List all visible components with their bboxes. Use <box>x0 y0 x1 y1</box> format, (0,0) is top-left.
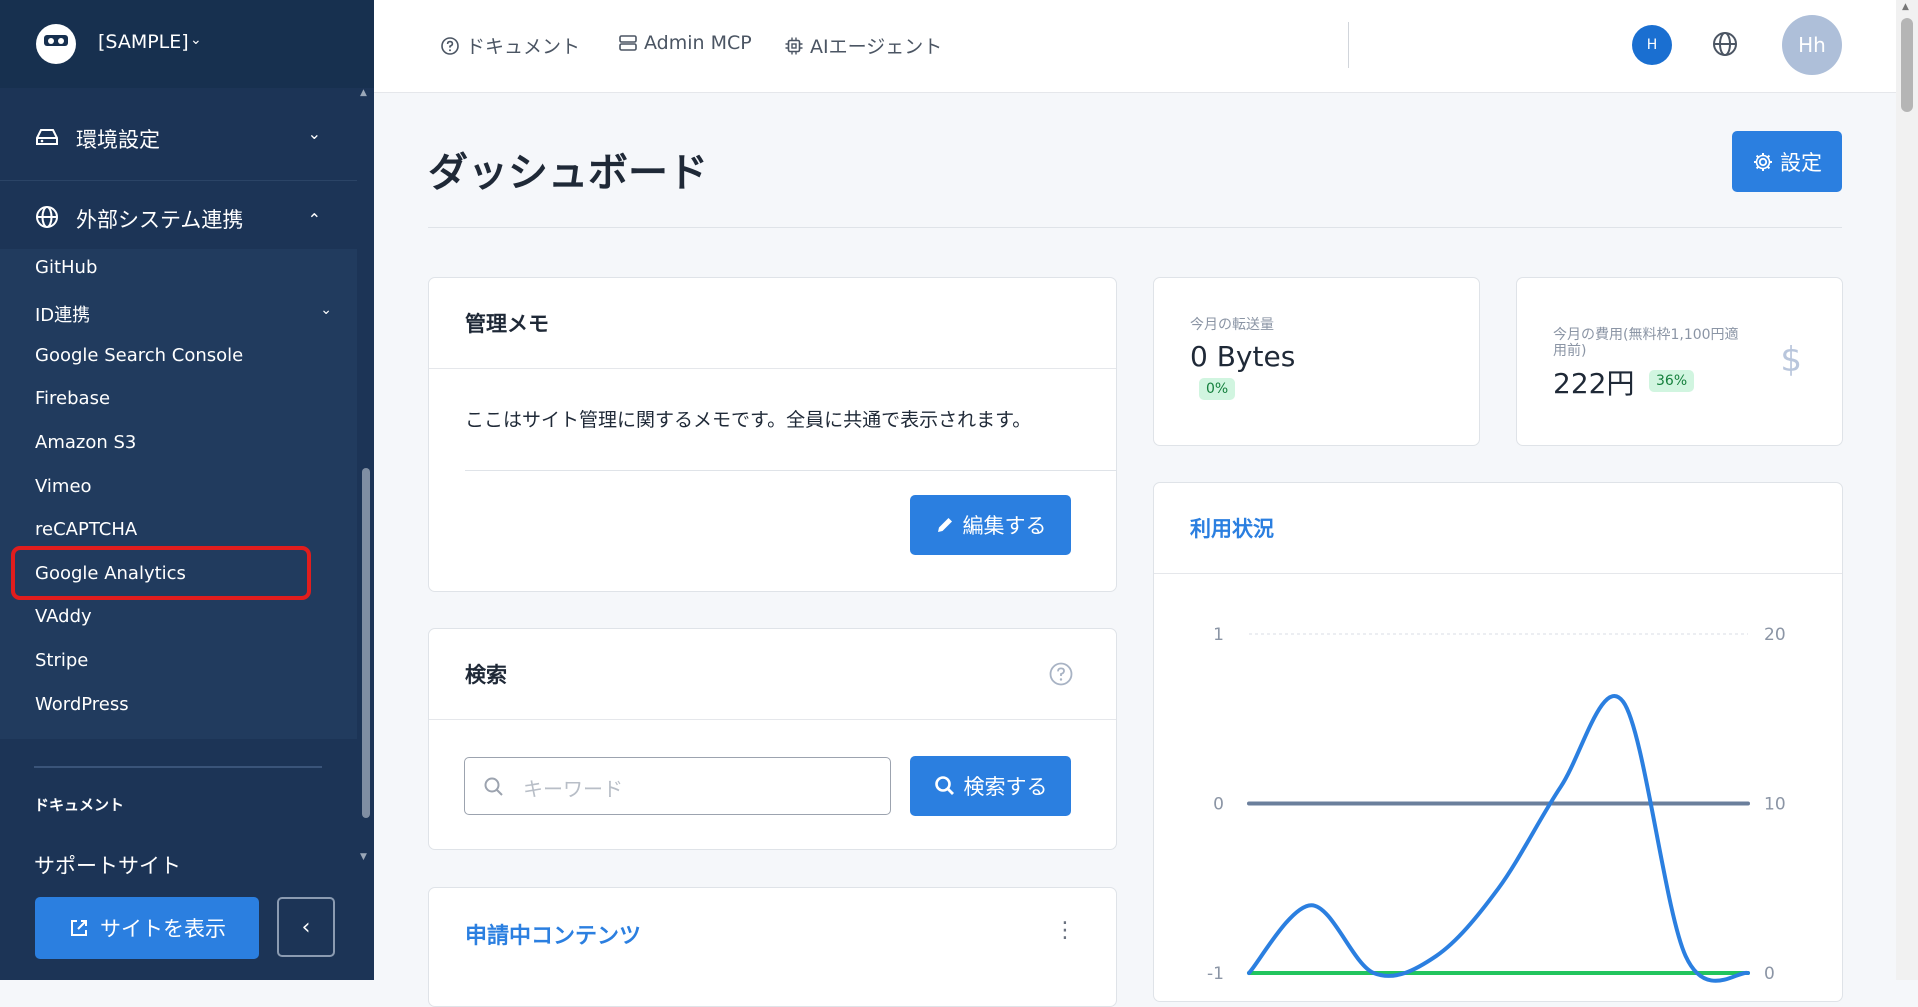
chevron-up-icon: ⌃ <box>307 210 321 229</box>
card-title: 検索 <box>465 663 507 687</box>
chevron-left-icon: ‹ <box>301 914 311 940</box>
topbar-link-label: ドキュメント <box>466 36 581 58</box>
chevron-down-icon[interactable]: ⌄ <box>190 32 202 48</box>
pencil-icon <box>937 518 952 532</box>
stat-label: 今月の転送量 <box>1190 317 1274 333</box>
chart-tick-label-right: 0 <box>1764 964 1775 983</box>
user-avatar[interactable]: Hh <box>1782 15 1842 75</box>
chart-series-line-0 <box>1247 694 1750 983</box>
language-globe-icon[interactable] <box>1711 30 1739 58</box>
chart-tick-label-right: 20 <box>1764 625 1786 645</box>
edit-label: 編集する <box>962 514 1047 538</box>
topbar-link-label: AIエージェント <box>810 36 943 58</box>
globe-icon <box>36 206 58 228</box>
usage-chart: 10-120100 <box>1207 625 1786 983</box>
collapse-sidebar-button[interactable]: ‹ <box>277 897 335 957</box>
help-circle-icon <box>441 36 459 55</box>
scroll-down-arrow-icon[interactable]: ▼ <box>360 852 367 862</box>
server-icon <box>619 35 637 51</box>
memo-card: 管理メモ ここはサイト管理に関するメモです。全員に共通で表示されます。 編集する <box>428 277 1117 592</box>
stat-label: 用前) <box>1553 343 1587 359</box>
edit-memo-button[interactable]: 編集する <box>910 495 1071 555</box>
topbar-link-documents[interactable]: ドキュメント <box>440 32 580 59</box>
chart-tick-label-left: -1 <box>1207 964 1224 983</box>
topbar-link-admin-mcp[interactable]: Admin MCP <box>618 32 752 54</box>
usage-badge: 36% <box>1649 370 1695 392</box>
sidebar-item-vimeo[interactable]: Vimeo <box>35 476 92 497</box>
settings-label: 設定 <box>1780 150 1822 175</box>
chart-tick-label-right: 10 <box>1764 795 1786 815</box>
stat-value: 222円 <box>1553 367 1635 400</box>
page-scrollbar-thumb[interactable] <box>1901 18 1913 112</box>
search-placeholder: キーワード <box>523 777 623 801</box>
gear-icon <box>1754 152 1772 171</box>
site-switcher[interactable]: [SAMPLE] <box>98 31 189 53</box>
sidebar-item-id-federation[interactable]: ID連携 <box>35 301 90 327</box>
transfer-stat-card: 今月の転送量 0 Bytes 0% <box>1153 277 1480 446</box>
sidebar-item-wordpress[interactable]: WordPress <box>35 694 129 715</box>
sidebar: [SAMPLE] ⌄ 環境設定 ⌄ 外部システム連携 ⌃ GitHub ID連携… <box>0 0 374 980</box>
sidebar-item-github[interactable]: GitHub <box>35 257 97 278</box>
chart-tick-label-left: 0 <box>1213 795 1224 815</box>
topbar-divider <box>1348 22 1349 68</box>
page-scrollbar[interactable] <box>1896 0 1918 980</box>
sidebar-item-amazon-s3[interactable]: Amazon S3 <box>35 432 136 453</box>
sidebar-divider <box>34 766 322 768</box>
view-site-label: サイトを表示 <box>100 917 226 941</box>
sidebar-item-vaddy[interactable]: VAddy <box>35 606 92 627</box>
title-divider <box>428 227 1842 228</box>
workspace-avatar[interactable]: H <box>1632 25 1672 65</box>
search-button[interactable]: 検索する <box>910 756 1071 816</box>
topbar-link-ai-agent[interactable]: AIエージェント <box>784 32 942 59</box>
sidebar-section-label: 外部システム連携 <box>76 208 244 232</box>
chart-tick-label-left: 1 <box>1213 625 1224 645</box>
search-icon <box>484 777 503 796</box>
search-card: 検索 キーワード 検索する <box>428 628 1117 850</box>
card-title[interactable]: 申請中コンテンツ <box>465 918 641 950</box>
highlight-box <box>11 546 311 600</box>
sidebar-group-documents: ドキュメント <box>34 796 125 814</box>
card-title: 管理メモ <box>465 312 549 336</box>
memo-divider <box>465 470 1117 471</box>
site-logo[interactable] <box>36 24 76 64</box>
sidebar-item-stripe[interactable]: Stripe <box>35 650 88 671</box>
sidebar-section-environment[interactable]: 環境設定 ⌄ <box>0 100 357 172</box>
sidebar-scrollbar-thumb[interactable] <box>362 468 370 818</box>
external-link-icon <box>71 920 87 936</box>
scroll-up-arrow-icon[interactable]: ▲ <box>1902 2 1909 12</box>
card-title[interactable]: 利用状況 <box>1190 513 1274 543</box>
pending-contents-card: 申請中コンテンツ ⋮ <box>428 887 1117 1007</box>
sidebar-header: [SAMPLE] ⌄ <box>0 0 374 88</box>
help-circle-icon[interactable] <box>1048 661 1074 687</box>
logo-eye-right <box>58 38 64 44</box>
settings-button[interactable]: 設定 <box>1732 131 1842 192</box>
cpu-icon <box>785 37 803 54</box>
card-header: 管理メモ <box>429 278 1116 369</box>
more-vertical-icon[interactable]: ⋮ <box>1054 918 1076 943</box>
chevron-down-icon[interactable]: ⌄ <box>320 302 332 318</box>
cost-stat-card: 今月の費用(無料枠1,100円適 用前) 222円 36% $ <box>1516 277 1843 446</box>
view-site-button[interactable]: サイトを表示 <box>35 897 259 959</box>
stat-value: 0 Bytes <box>1190 340 1296 373</box>
sidebar-item-firebase[interactable]: Firebase <box>35 388 110 409</box>
usage-badge: 0% <box>1199 378 1236 400</box>
sidebar-section-integrations[interactable]: 外部システム連携 ⌃ <box>0 180 357 252</box>
search-button-label: 検索する <box>963 775 1048 799</box>
page-title: ダッシュボード <box>428 150 708 196</box>
sidebar-item-google-search-console[interactable]: Google Search Console <box>35 345 243 366</box>
drive-icon <box>36 129 58 145</box>
card-header: 利用状況 <box>1154 483 1842 574</box>
chevron-down-icon: ⌄ <box>307 124 321 143</box>
topbar-link-label: Admin MCP <box>644 32 752 54</box>
search-icon <box>934 776 954 795</box>
sidebar-item-support-site[interactable]: サポートサイト <box>34 850 181 880</box>
dollar-icon: $ <box>1780 340 1802 380</box>
sidebar-section-label: 環境設定 <box>76 128 160 152</box>
logo-eye-left <box>48 38 54 44</box>
scroll-up-arrow-icon[interactable]: ▲ <box>360 88 367 98</box>
card-header: 検索 <box>429 629 1116 720</box>
search-input[interactable]: キーワード <box>464 757 891 815</box>
sidebar-item-recaptcha[interactable]: reCAPTCHA <box>35 519 137 540</box>
memo-text: ここはサイト管理に関するメモです。全員に共通で表示されます。 <box>465 409 1032 431</box>
